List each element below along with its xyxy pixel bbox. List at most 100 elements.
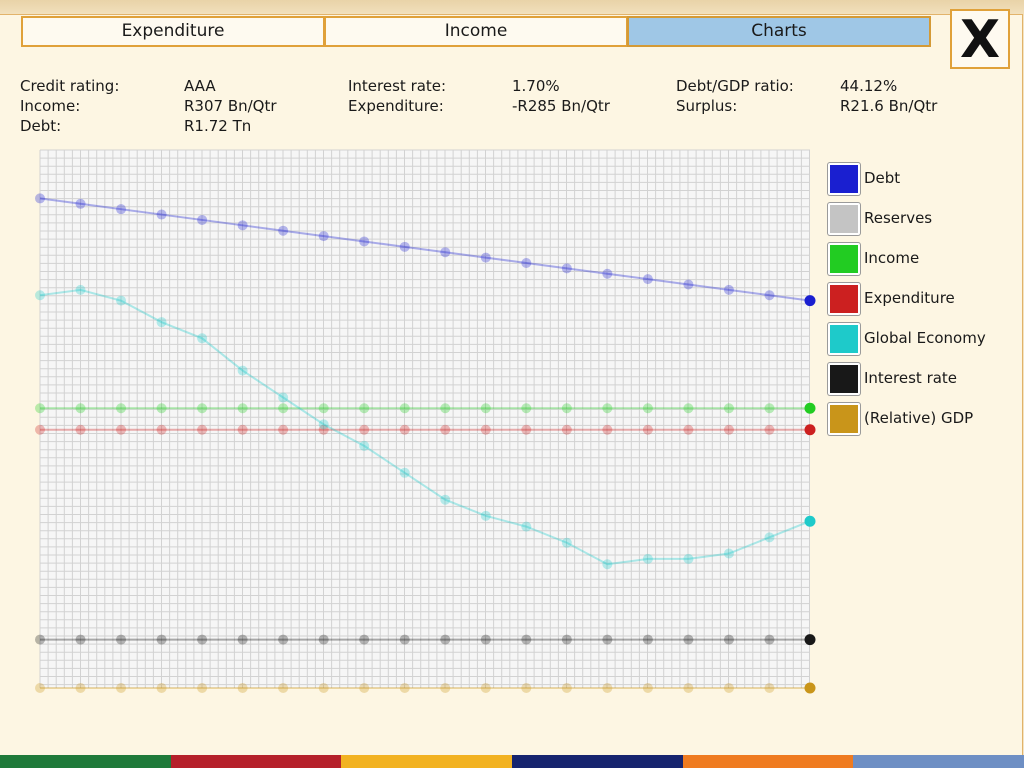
legend-swatch: [828, 243, 860, 275]
data-point-interest-rate: [35, 634, 45, 645]
data-point-debt: [156, 209, 167, 220]
data-point-interest-rate: [764, 634, 775, 645]
data-point-global-economy: [197, 333, 208, 344]
legend-item-reserves[interactable]: Reserves: [828, 203, 1018, 235]
data-point-debt: [359, 236, 370, 247]
legend-label: Global Economy: [864, 329, 986, 347]
data-point-income: [278, 403, 289, 414]
data-point-global-economy: [602, 559, 613, 570]
legend-label: Debt: [864, 169, 901, 187]
legend-label: Income: [864, 249, 920, 267]
data-point-debt: [764, 290, 775, 301]
data-point-income: [764, 403, 775, 414]
data-point-debt: [723, 284, 734, 295]
data-point-debt: [642, 274, 653, 285]
legend-swatch: [828, 363, 860, 395]
data-point-debt: [318, 231, 329, 242]
data-point-interest-rate: [75, 634, 86, 645]
legend-item-relative-gdp[interactable]: (Relative) GDP: [828, 403, 1018, 435]
data-point-interest-rate: [723, 634, 734, 645]
data-point-interest-rate: [237, 634, 248, 645]
data-point-debt: [561, 263, 572, 274]
data-point-interest-rate: [278, 634, 289, 645]
data-point-income: [237, 403, 248, 414]
data-point-expenditure: [602, 424, 613, 435]
footer-color-segment: [512, 755, 683, 768]
data-point-relative-gdp: [764, 683, 775, 693]
legend-swatch: [828, 403, 860, 435]
data-point-global-economy: [278, 392, 289, 403]
legend-label: (Relative) GDP: [864, 409, 974, 427]
data-point-debt: [278, 225, 289, 236]
data-point-relative-gdp: [561, 683, 572, 693]
legend-label: Expenditure: [864, 289, 955, 307]
data-point-interest-rate: [156, 634, 167, 645]
data-point-expenditure: [804, 424, 816, 436]
data-point-relative-gdp: [75, 683, 86, 693]
footer-color-segment: [341, 755, 513, 768]
data-point-debt: [399, 241, 410, 252]
data-point-global-economy: [804, 515, 816, 527]
data-point-relative-gdp: [683, 683, 694, 693]
legend-swatch: [828, 163, 860, 195]
legend-item-global-economy[interactable]: Global Economy: [828, 323, 1018, 355]
data-point-expenditure: [561, 424, 572, 435]
data-point-debt: [197, 214, 208, 225]
data-point-global-economy: [764, 532, 775, 543]
data-point-global-economy: [399, 467, 410, 478]
data-point-relative-gdp: [642, 683, 653, 693]
data-point-debt: [237, 220, 248, 231]
data-point-debt: [521, 257, 532, 268]
data-point-expenditure: [683, 424, 694, 435]
data-point-debt: [480, 252, 491, 263]
data-point-interest-rate: [440, 634, 451, 645]
data-point-interest-rate: [359, 634, 370, 645]
data-point-relative-gdp: [723, 683, 734, 693]
data-point-interest-rate: [683, 634, 694, 645]
data-point-income: [116, 403, 127, 414]
data-point-debt: [602, 268, 613, 279]
data-point-expenditure: [35, 424, 45, 435]
data-point-expenditure: [764, 424, 775, 435]
data-point-income: [561, 403, 572, 414]
data-point-income: [804, 402, 816, 414]
legend-label: Reserves: [864, 209, 933, 227]
data-point-global-economy: [318, 419, 329, 430]
data-point-debt: [683, 279, 694, 290]
data-point-relative-gdp: [804, 682, 816, 694]
data-point-income: [480, 403, 491, 414]
data-point-expenditure: [480, 424, 491, 435]
data-point-income: [197, 403, 208, 414]
data-point-global-economy: [35, 290, 45, 301]
data-point-relative-gdp: [318, 683, 329, 693]
data-point-debt: [116, 204, 127, 215]
data-point-relative-gdp: [116, 683, 127, 693]
data-point-expenditure: [723, 424, 734, 435]
legend-item-expenditure[interactable]: Expenditure: [828, 283, 1018, 315]
data-point-debt: [440, 247, 451, 258]
data-point-income: [359, 403, 370, 414]
footer-color-segment: [682, 755, 854, 768]
data-point-global-economy: [359, 440, 370, 451]
data-point-income: [723, 403, 734, 414]
data-point-relative-gdp: [359, 683, 370, 693]
data-point-interest-rate: [318, 634, 329, 645]
data-point-global-economy: [561, 537, 572, 548]
legend-item-interest-rate[interactable]: Interest rate: [828, 363, 1018, 395]
data-point-relative-gdp: [156, 683, 167, 693]
data-point-global-economy: [75, 284, 86, 295]
legend-swatch: [828, 203, 860, 235]
data-point-income: [440, 403, 451, 414]
legend-item-debt[interactable]: Debt: [828, 163, 1018, 195]
data-point-income: [521, 403, 532, 414]
data-point-relative-gdp: [197, 683, 208, 693]
data-point-income: [683, 403, 694, 414]
data-point-expenditure: [440, 424, 451, 435]
legend-item-income[interactable]: Income: [828, 243, 1018, 275]
data-point-relative-gdp: [440, 683, 451, 693]
data-point-income: [318, 403, 329, 414]
data-point-expenditure: [642, 424, 653, 435]
data-point-income: [642, 403, 653, 414]
data-point-interest-rate: [602, 634, 613, 645]
data-point-expenditure: [359, 424, 370, 435]
